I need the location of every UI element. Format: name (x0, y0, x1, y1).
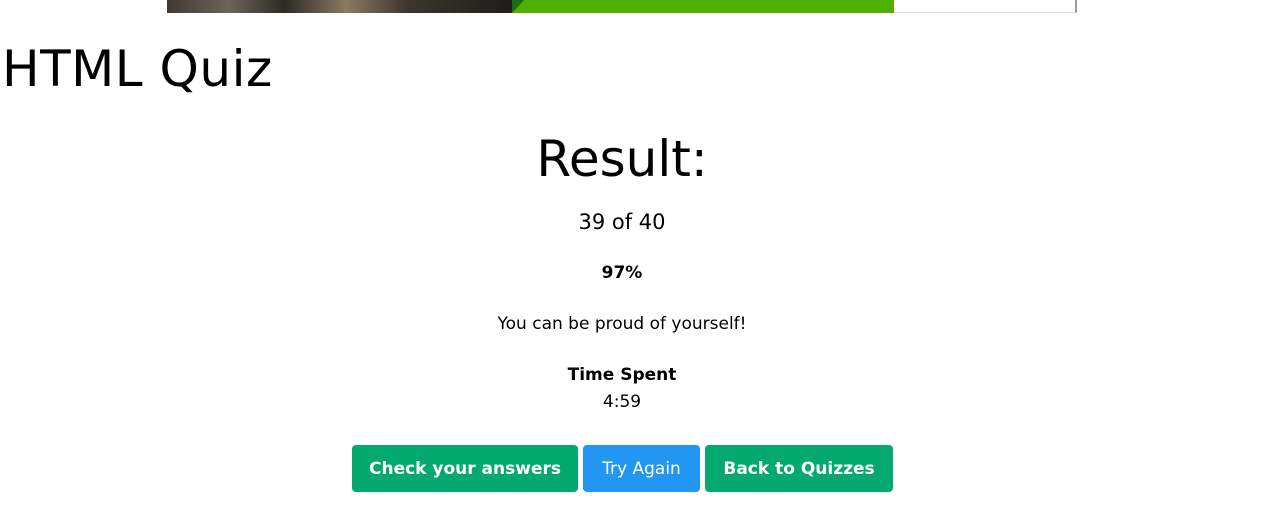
banner-green-panel (524, 0, 894, 13)
time-spent-label: Time Spent (567, 365, 677, 385)
score-text: 39 of 40 (578, 210, 666, 234)
check-answers-button[interactable]: Check your answers (352, 445, 578, 492)
time-spent-value: 4:59 (602, 392, 642, 412)
ad-banner[interactable] (167, 0, 1077, 13)
page-title: HTML Quiz (2, 40, 273, 98)
result-heading: Result: (536, 130, 708, 188)
banner-image (167, 0, 512, 13)
result-message: You can be proud of yourself! (497, 314, 747, 334)
try-again-button[interactable]: Try Again (583, 445, 700, 492)
back-to-quizzes-button[interactable]: Back to Quizzes (705, 445, 893, 492)
result-panel: Result: 39 of 40 97% You can be proud of… (0, 124, 1244, 414)
banner-divider (512, 0, 524, 13)
banner-white-panel (894, 0, 1077, 13)
score-percentage: 97% (601, 263, 643, 283)
result-actions: Check your answers Try Again Back to Qui… (352, 445, 893, 492)
